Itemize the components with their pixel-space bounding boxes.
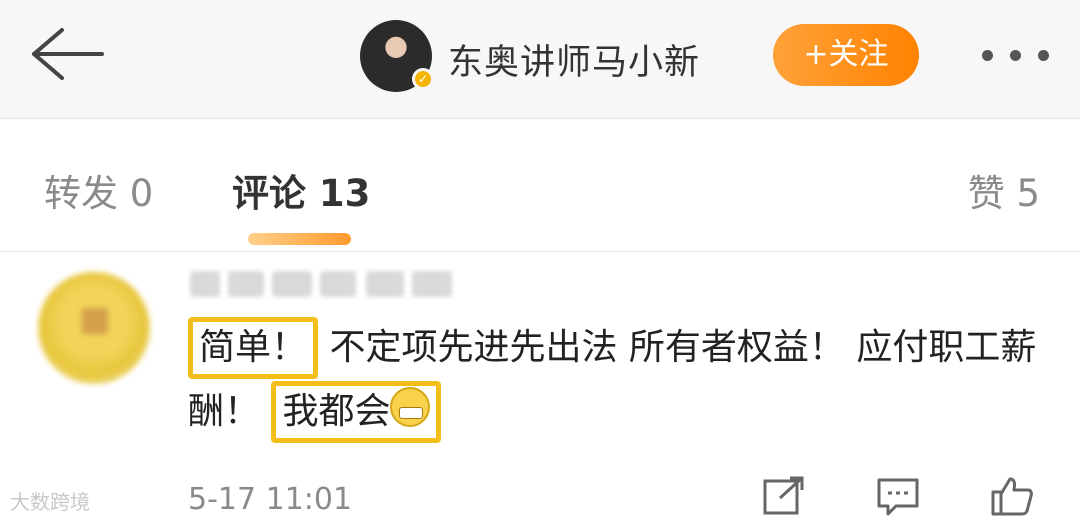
tab-comment[interactable]: 评论 13 [232,163,370,217]
grin-emoji-icon [390,387,431,427]
tab-repost[interactable]: 转发 0 [44,163,153,217]
author-avatar[interactable]: ✓ [360,20,434,92]
share-icon[interactable] [762,476,806,516]
commenter-avatar[interactable] [38,272,150,384]
comment-timestamp: 5-17 11:01 [188,482,353,517]
author-name[interactable]: 东奥讲师马小新 [448,34,700,85]
more-dots-icon[interactable] [978,30,1054,80]
highlight-box: 我都会 [271,381,442,443]
comment-text: 简单！ 不定项先进先出法 所有者权益！ 应付职工薪酬！ 我都会 [188,316,1048,444]
follow-button[interactable]: +关注 [773,24,919,86]
tab-like[interactable]: 赞 5 [968,163,1040,217]
top-bar: ✓ 东奥讲师马小新 +关注 [0,0,1080,119]
active-tab-indicator [248,233,351,245]
watermark: 大数跨境 [10,490,90,514]
tab-bar: 转发 0 评论 13 赞 5 [0,119,1080,252]
back-arrow-icon[interactable] [26,22,106,86]
highlight-box: 简单！ [188,317,319,379]
highlight-text: 我都会 [282,391,391,432]
commenter-name-blurred[interactable] [190,265,460,301]
comment-icon[interactable] [876,476,920,516]
verified-badge-icon: ✓ [412,68,434,90]
like-icon[interactable] [990,476,1034,516]
